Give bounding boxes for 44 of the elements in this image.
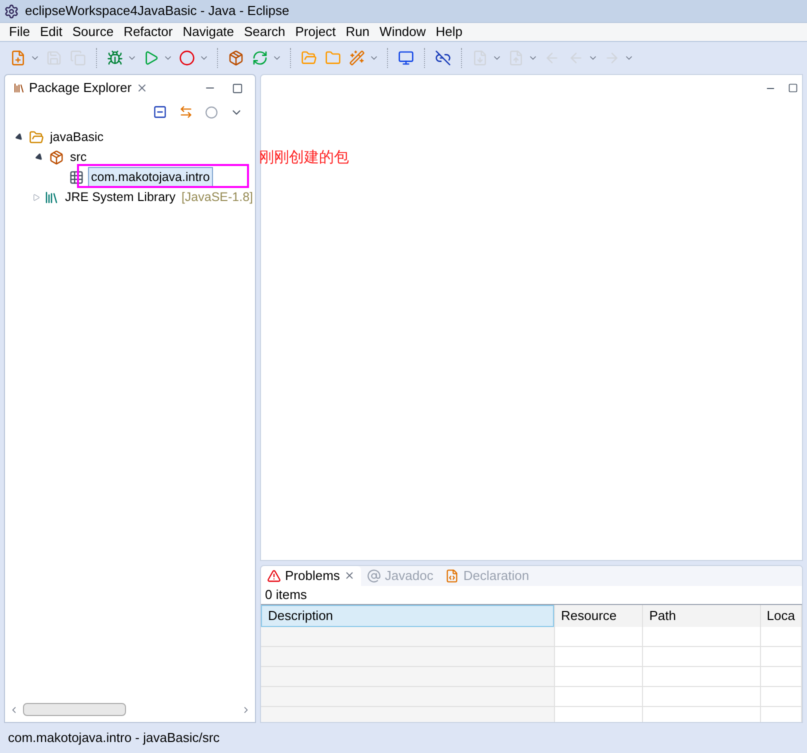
tree-item[interactable]: javaBasic [48,128,106,146]
library-icon [44,190,59,204]
maximize-icon[interactable] [788,83,798,93]
tree-item[interactable]: JRE System Library [63,188,178,206]
close-icon[interactable] [344,570,355,582]
menu-item[interactable]: Help [430,22,468,42]
expanded-arrow-icon[interactable] [36,154,42,160]
package-explorer-icon [13,82,25,94]
menu-item[interactable]: File [4,22,35,42]
tree-item[interactable]: src [68,148,89,166]
column-header[interactable]: Resource [554,604,642,626]
column-header[interactable]: Path [643,604,760,626]
problems-icon [267,568,281,583]
menu-item[interactable]: Navigate [178,22,240,42]
link-off-icon[interactable] [433,48,453,68]
collapse-all-icon[interactable] [153,105,167,119]
expanded-arrow-icon[interactable] [16,134,22,140]
scrollbar-thumb[interactable] [23,703,126,716]
source-folder-icon [49,150,64,164]
view-tab[interactable]: Package Explorer [29,78,132,98]
declaration-icon [445,568,460,583]
items-count: 0 items [264,586,308,604]
close-icon[interactable] [136,82,148,94]
at-sign-icon [366,568,381,583]
menu-item[interactable]: Refactor [118,22,178,42]
package-icon [69,170,84,184]
column-header[interactable]: Loca [760,604,801,626]
menu-item[interactable]: Search [239,22,290,42]
menu-item[interactable]: Run [340,22,375,42]
maximize-icon[interactable] [232,82,243,94]
menu-item[interactable]: Source [67,22,119,42]
window-title: eclipseWorkspace4JavaBasic - Java - Eclipse [25,2,290,20]
view-tab[interactable]: Problems [261,566,361,586]
menu-item[interactable]: Project [290,22,341,42]
tree-item-decoration: [JavaSE-1.8] [181,188,254,206]
menu-item[interactable]: Edit [34,22,68,42]
tree-item[interactable]: com.makotojava.intro [88,166,213,188]
annotation-text: 刚刚创建的包 [259,147,349,168]
menu-item[interactable]: Window [374,22,431,42]
wand-icon[interactable] [347,48,367,68]
status-bar-text: com.makotojava.intro - javaBasic/src [8,729,220,748]
project-folder-icon [29,130,44,144]
column-header[interactable]: Description [261,604,554,626]
collapsed-arrow-icon[interactable] [33,194,40,200]
